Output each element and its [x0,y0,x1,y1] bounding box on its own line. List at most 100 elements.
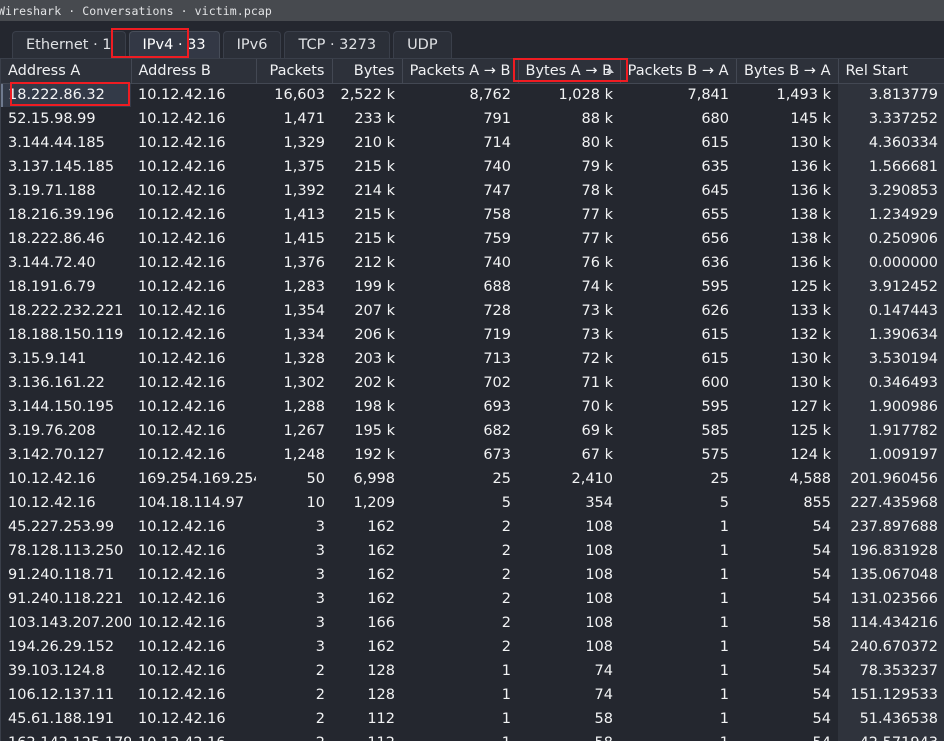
cell-pktsAB[interactable]: 2 [402,587,518,611]
cell-bytesBA[interactable]: 855 [736,491,838,515]
table-row[interactable]: 3.136.161.22 10.12.42.16 1,302 202 k 702 71 k… [1,371,944,395]
cell-pktsAB[interactable]: 1 [402,731,518,741]
cell-bytesAB[interactable]: 69 k [518,419,620,443]
cell-addrA[interactable]: 45.61.188.191 [1,707,131,731]
table-row[interactable]: 78.128.113.250 10.12.42.16 3 162 2 108 1 54 196.… [1,539,944,563]
cell-bytesAB[interactable]: 74 [518,659,620,683]
cell-pktsAB[interactable]: 2 [402,563,518,587]
cell-addrB[interactable]: 104.18.114.97 [131,491,256,515]
cell-pktsBA[interactable]: 656 [620,227,736,251]
cell-pktsAB[interactable]: 5 [402,491,518,515]
table-row[interactable]: 103.143.207.200 10.12.42.16 3 166 2 108 1 58 114… [1,611,944,635]
cell-bytesAB[interactable]: 73 k [518,323,620,347]
cell-pkts[interactable]: 1,392 [256,179,332,203]
cell-bytes[interactable]: 203 k [332,347,402,371]
table-row[interactable]: 45.227.253.99 10.12.42.16 3 162 2 108 1 54 237.8… [1,515,944,539]
cell-bytesAB[interactable]: 77 k [518,227,620,251]
cell-pktsBA[interactable]: 626 [620,299,736,323]
cell-bytesBA[interactable]: 54 [736,587,838,611]
column-header-packets-b-a[interactable]: Packets B → A [620,59,737,84]
cell-addrB[interactable]: 10.12.42.16 [131,131,256,155]
cell-pktsAB[interactable]: 673 [402,443,518,467]
cell-bytesBA[interactable]: 54 [736,659,838,683]
cell-bytesAB[interactable]: 79 k [518,155,620,179]
cell-rel[interactable]: 131.023566 [838,587,944,611]
cell-rel[interactable]: 196.831928 [838,539,944,563]
cell-rel[interactable]: 3.290853 [838,179,944,203]
tab-ipv4[interactable]: IPv4 · 33 [128,31,220,58]
table-row[interactable]: 3.15.9.141 10.12.42.16 1,328 203 k 713 72 k 61… [1,347,944,371]
cell-bytes[interactable]: 206 k [332,323,402,347]
column-header-bytes[interactable]: Bytes [332,59,403,84]
table-row[interactable]: 3.142.70.127 10.12.42.16 1,248 192 k 673 67 k… [1,443,944,467]
cell-addrA[interactable]: 45.227.253.99 [1,515,131,539]
cell-bytesAB[interactable]: 67 k [518,443,620,467]
cell-pktsAB[interactable]: 719 [402,323,518,347]
cell-pkts[interactable]: 1,413 [256,203,332,227]
table-row[interactable]: 3.137.145.185 10.12.42.16 1,375 215 k 740 79 … [1,155,944,179]
cell-bytes[interactable]: 112 [332,731,402,741]
cell-addrA[interactable]: 3.144.150.195 [1,395,131,419]
cell-addrA[interactable]: 18.222.86.46 [1,227,131,251]
cell-pkts[interactable]: 1,328 [256,347,332,371]
cell-pktsAB[interactable]: 2 [402,611,518,635]
cell-addrA[interactable]: 3.19.76.208 [1,419,131,443]
cell-addrA[interactable]: 91.240.118.221 [1,587,131,611]
cell-addrA[interactable]: 18.222.86.32 [1,83,131,107]
cell-pktsBA[interactable]: 595 [620,395,736,419]
table-row[interactable]: 106.12.137.11 10.12.42.16 2 128 1 74 1 54 151.12… [1,683,944,707]
cell-pktsBA[interactable]: 575 [620,443,736,467]
cell-addrA[interactable]: 3.142.70.127 [1,443,131,467]
cell-addrA[interactable]: 18.222.232.221 [1,299,131,323]
cell-pkts[interactable]: 3 [256,635,332,659]
cell-pktsAB[interactable]: 759 [402,227,518,251]
cell-pktsBA[interactable]: 1 [620,539,736,563]
cell-addrA[interactable]: 18.191.6.79 [1,275,131,299]
cell-bytesAB[interactable]: 77 k [518,203,620,227]
table-row[interactable]: 91.240.118.221 10.12.42.16 3 162 2 108 1 54 131.… [1,587,944,611]
cell-bytes[interactable]: 6,998 [332,467,402,491]
table-row[interactable]: 18.188.150.119 10.12.42.16 1,334 206 k 719 73… [1,323,944,347]
cell-bytesBA[interactable]: 54 [736,563,838,587]
cell-pktsBA[interactable]: 1 [620,563,736,587]
cell-bytesBA[interactable]: 54 [736,635,838,659]
cell-bytesAB[interactable]: 71 k [518,371,620,395]
cell-pkts[interactable]: 1,283 [256,275,332,299]
cell-pktsAB[interactable]: 747 [402,179,518,203]
cell-pkts[interactable]: 1,288 [256,395,332,419]
cell-bytesAB[interactable]: 70 k [518,395,620,419]
cell-rel[interactable]: 151.129533 [838,683,944,707]
cell-bytesBA[interactable]: 130 k [736,347,838,371]
cell-pktsAB[interactable]: 1 [402,707,518,731]
cell-rel[interactable]: 3.530194 [838,347,944,371]
cell-pktsAB[interactable]: 1 [402,659,518,683]
table-row[interactable]: 3.144.44.185 10.12.42.16 1,329 210 k 714 80 k… [1,131,944,155]
cell-pktsBA[interactable]: 615 [620,131,736,155]
cell-addrA[interactable]: 10.12.42.16 [1,491,131,515]
cell-addrA[interactable]: 18.188.150.119 [1,323,131,347]
cell-bytes[interactable]: 162 [332,587,402,611]
table-row[interactable]: 18.222.86.32 10.12.42.16 16,603 2,522 k 8,76… [1,83,944,107]
cell-rel[interactable]: 51.436538 [838,707,944,731]
cell-bytesAB[interactable]: 1,028 k [518,83,620,107]
column-header-address-b[interactable]: Address B [131,59,257,84]
cell-rel[interactable]: 4.360334 [838,131,944,155]
cell-bytes[interactable]: 212 k [332,251,402,275]
cell-pktsBA[interactable]: 1 [620,731,736,741]
cell-bytes[interactable]: 210 k [332,131,402,155]
cell-pkts[interactable]: 1,471 [256,107,332,131]
cell-pktsAB[interactable]: 714 [402,131,518,155]
cell-pktsAB[interactable]: 2 [402,635,518,659]
cell-addrB[interactable]: 10.12.42.16 [131,611,256,635]
cell-rel[interactable]: 135.067048 [838,563,944,587]
cell-bytesBA[interactable]: 130 k [736,371,838,395]
cell-pktsAB[interactable]: 8,762 [402,83,518,107]
cell-addrA[interactable]: 3.137.145.185 [1,155,131,179]
table-row[interactable]: 3.144.72.40 10.12.42.16 1,376 212 k 740 76 k6… [1,251,944,275]
column-header-packets-a-b[interactable]: Packets A → B [402,59,519,84]
conversations-table-container[interactable]: Address A Address B Packets Bytes Packet… [0,58,944,741]
table-row[interactable]: 3.19.76.208 10.12.42.16 1,267 195 k 682 69 k5… [1,419,944,443]
table-row[interactable]: 3.19.71.188 10.12.42.16 1,392 214 k 747 78 k6… [1,179,944,203]
cell-pktsBA[interactable]: 636 [620,251,736,275]
cell-bytesBA[interactable]: 125 k [736,419,838,443]
